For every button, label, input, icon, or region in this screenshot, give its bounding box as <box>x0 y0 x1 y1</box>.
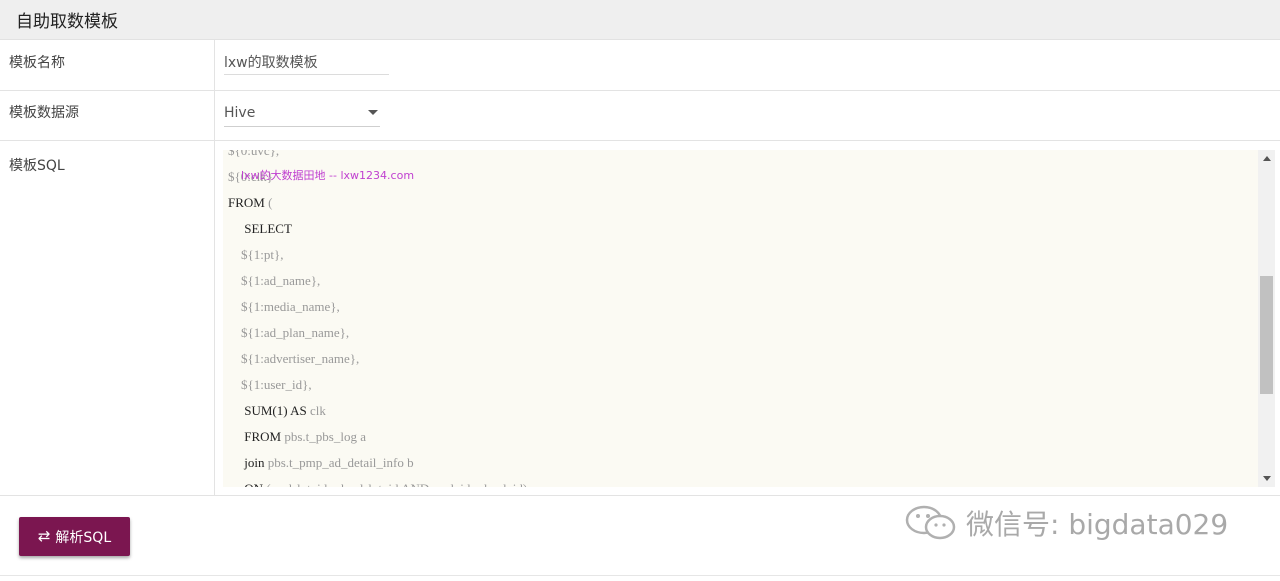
template-name-row: 模板名称 <box>0 40 1280 91</box>
scroll-up-arrow-icon[interactable] <box>1258 150 1275 167</box>
parse-sql-label: 解析SQL <box>55 529 112 546</box>
sql-text: clk <box>306 403 326 418</box>
sql-editor[interactable]: ${0:uvc}, ${0:clk} FROM ( SELECT ${1:pt}, … <box>223 150 1275 487</box>
code-line: ${1:media_name}, <box>228 294 1253 320</box>
sql-text: ${0:uvc}, <box>228 150 280 158</box>
caret-down-icon <box>368 110 378 115</box>
code-line: join pbs.t_pmp_ad_detail_info b <box>228 450 1253 476</box>
datasource-selected-value: Hive <box>224 105 256 121</box>
sql-text: (a.adslot_id = b.adslot_id AND a.ad_id =… <box>263 481 527 487</box>
sql-text: ${1:ad_plan_name}, <box>241 325 350 340</box>
code-line: SUM(1) AS clk <box>228 398 1253 424</box>
template-sql-row: 模板SQL ${0:uvc}, ${0:clk} FROM ( SELECT ${1… <box>0 141 1280 496</box>
sql-text: ${1:media_name}, <box>241 299 340 314</box>
code-line: ${1:ad_name}, <box>228 268 1253 294</box>
code-line: ${1:pt}, <box>228 242 1253 268</box>
wechat-id-text: 微信号: bigdata029 <box>966 508 1229 541</box>
editor-scrollbar[interactable] <box>1258 150 1275 487</box>
code-line: ON (a.adslot_id = b.adslot_id AND a.ad_i… <box>228 476 1253 487</box>
divider <box>0 575 1280 576</box>
sql-text: pbs.t_pbs_log a <box>281 429 366 444</box>
wechat-icon <box>905 505 956 540</box>
code-line: ${1:user_id}, <box>228 372 1253 398</box>
code-line: ${0:uvc}, <box>228 150 1253 164</box>
template-sql-label: 模板SQL <box>0 141 215 495</box>
sql-text: ( <box>264 195 273 210</box>
wechat-watermark: 微信号: bigdata029 <box>902 503 1228 543</box>
sql-keyword: join <box>244 455 265 470</box>
code-line: ${1:advertiser_name}, <box>228 346 1253 372</box>
inline-watermark: lxw的大数据田地 -- lxw1234.com <box>241 169 415 182</box>
code-line: FROM pbs.t_pbs_log a <box>228 424 1253 450</box>
scroll-down-arrow-icon[interactable] <box>1258 470 1275 487</box>
code-line: ${1:ad_plan_name}, <box>228 320 1253 346</box>
template-source-label: 模板数据源 <box>0 91 215 140</box>
sql-text: ${1:ad_name}, <box>241 273 321 288</box>
datasource-select[interactable]: Hive <box>224 102 380 127</box>
sql-code[interactable]: ${0:uvc}, ${0:clk} FROM ( SELECT ${1:pt}, … <box>228 150 1253 487</box>
sql-text: ${1:advertiser_name}, <box>241 351 360 366</box>
sql-text: ${1:user_id}, <box>241 377 312 392</box>
template-name-input[interactable] <box>224 50 389 75</box>
parse-sql-button[interactable]: ⇄ 解析SQL <box>19 517 130 556</box>
code-line: SELECT <box>228 216 1253 242</box>
template-source-row: 模板数据源 Hive <box>0 91 1280 141</box>
sql-keyword: ON <box>244 481 263 487</box>
sql-text: pbs.t_pmp_ad_detail_info b <box>264 455 414 470</box>
sql-keyword: FROM <box>228 195 265 210</box>
swap-arrows-icon: ⇄ <box>37 527 51 545</box>
sql-keyword: SELECT <box>244 221 292 236</box>
page-title: 自助取数模板 <box>16 12 118 32</box>
template-name-label: 模板名称 <box>0 40 215 90</box>
page-header: 自助取数模板 <box>0 0 1280 40</box>
sql-keyword: SUM(1) AS <box>244 403 307 418</box>
scroll-thumb[interactable] <box>1260 276 1273 394</box>
code-line: FROM ( <box>228 190 1253 216</box>
sql-keyword: FROM <box>244 429 282 444</box>
sql-text: ${1:pt}, <box>241 247 284 262</box>
